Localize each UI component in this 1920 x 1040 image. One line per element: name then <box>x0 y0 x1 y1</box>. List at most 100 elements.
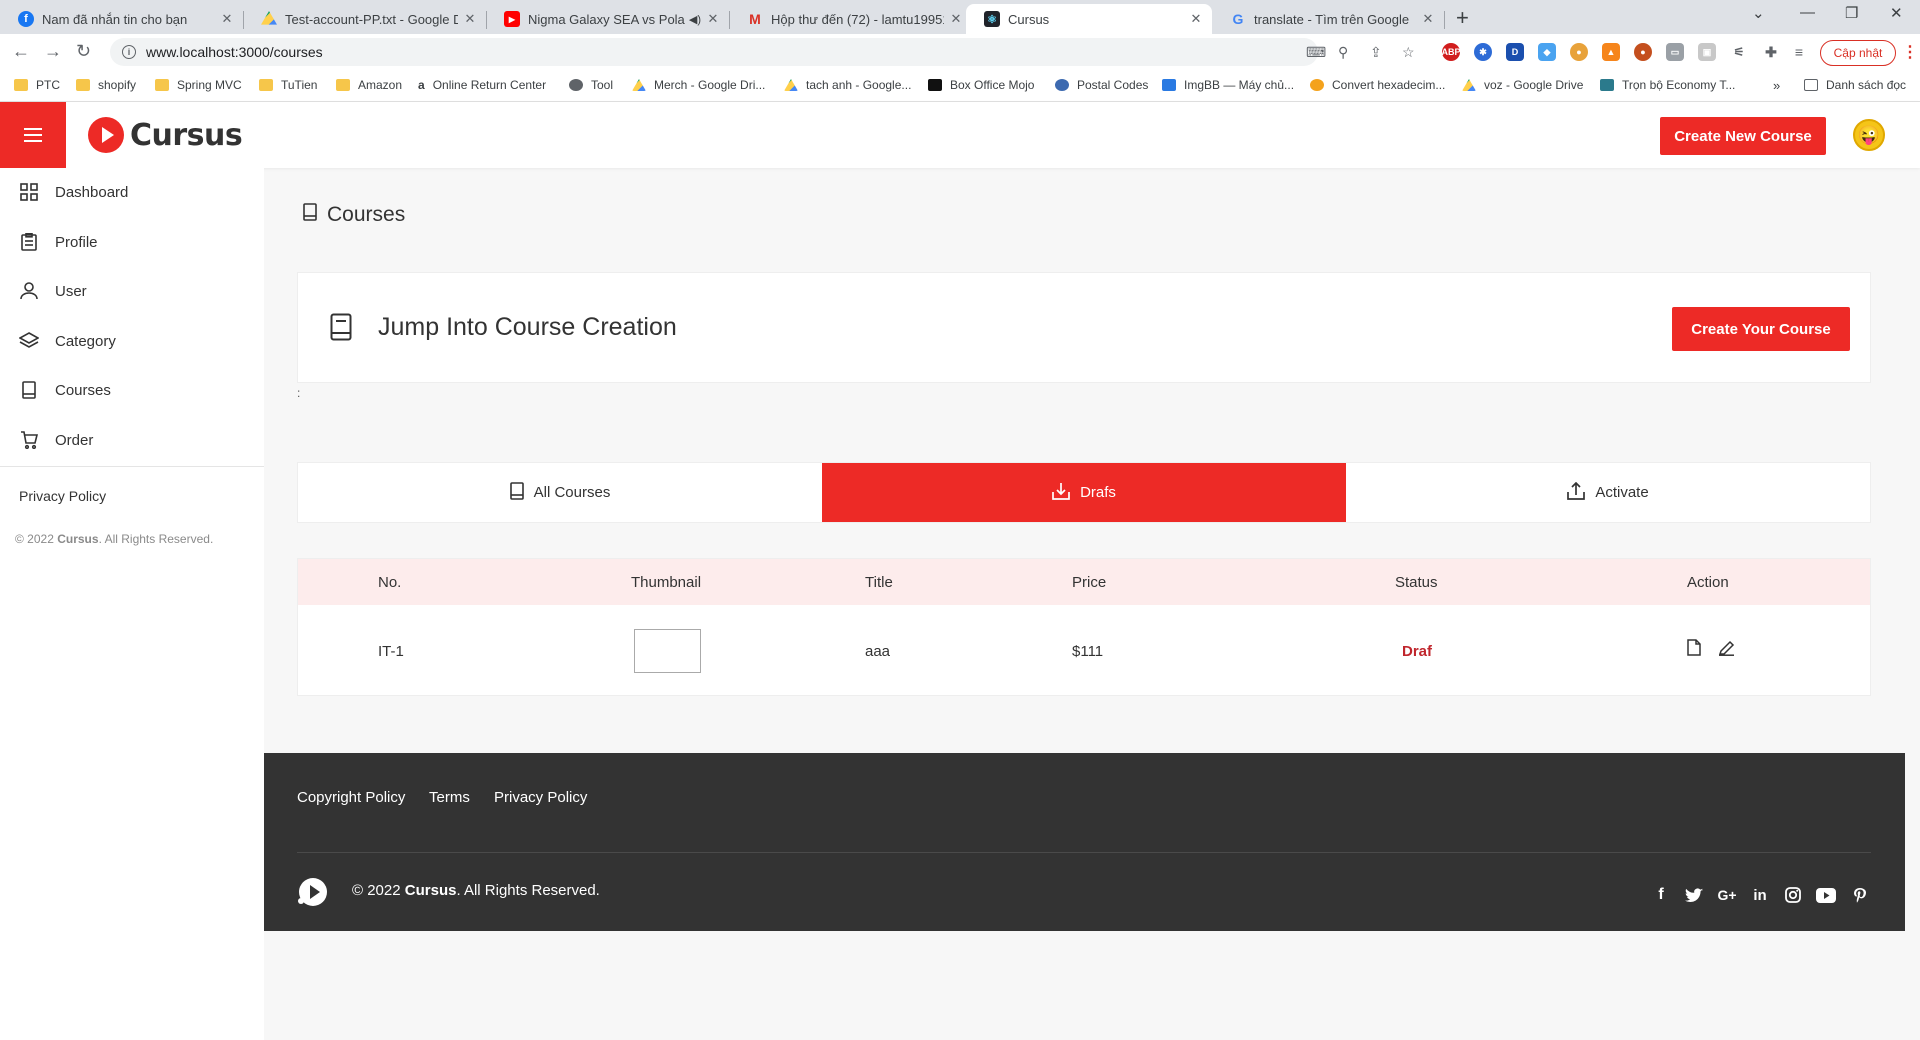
sidebar-item-courses[interactable]: Courses <box>0 366 264 414</box>
browser-tab-title: Nam đã nhắn tin cho bạn <box>42 11 188 27</box>
browser-tab[interactable]: f Nam đã nhắn tin cho bạn ✕ <box>0 4 243 34</box>
close-icon[interactable]: ✕ <box>462 11 478 27</box>
back-icon[interactable]: ← <box>12 41 30 62</box>
reload-icon[interactable]: ↻ <box>76 41 91 62</box>
edit-icon[interactable] <box>1718 639 1735 661</box>
close-window-icon[interactable]: ✕ <box>1890 4 1903 22</box>
close-icon[interactable]: ✕ <box>1420 11 1436 27</box>
bookmark-item[interactable]: tach anh - Google... <box>784 78 911 92</box>
share-icon[interactable]: ⇪ <box>1370 44 1382 61</box>
puzzle-icon[interactable]: ✚ <box>1762 43 1780 61</box>
bookmark-item[interactable]: Postal Codes <box>1055 78 1148 92</box>
extension-cookie-icon[interactable]: ● <box>1570 43 1588 61</box>
bookmark-item[interactable]: ImgBB — Máy chủ... <box>1162 78 1294 92</box>
bookmark-item[interactable]: Trọn bộ Economy T... <box>1600 78 1735 92</box>
address-bar[interactable]: i www.localhost:3000/courses <box>110 38 1318 66</box>
sidebar-privacy-link[interactable]: Privacy Policy <box>19 488 106 504</box>
sidebar-item-user[interactable]: User <box>0 267 264 315</box>
tab-drafs[interactable]: Drafs <box>822 463 1346 522</box>
browser-tab[interactable]: ▶ Nigma Galaxy SEA vs Polaris ◀) ✕ <box>486 4 729 34</box>
browser-tab[interactable]: M Hộp thư đến (72) - lamtu199513 ✕ <box>729 4 972 34</box>
bookmark-star-icon[interactable]: ☆ <box>1402 44 1415 61</box>
extension-d-icon[interactable]: D <box>1506 43 1524 61</box>
google-plus-icon[interactable]: G+ <box>1714 885 1740 905</box>
new-tab-icon[interactable]: + <box>1456 5 1469 31</box>
browser-tab[interactable]: Test-account-PP.txt - Google Drive ✕ <box>243 4 486 34</box>
cursus-logo-icon[interactable] <box>297 876 329 908</box>
update-label: Cập nhật <box>1833 46 1883 60</box>
reading-list-icon[interactable]: ≡ <box>1790 43 1808 61</box>
create-your-course-label: Create Your Course <box>1691 320 1831 338</box>
avatar[interactable]: 😜 <box>1853 119 1885 151</box>
pinterest-icon[interactable] <box>1849 885 1871 905</box>
bookmark-item[interactable]: a Online Return Center <box>418 78 546 92</box>
google-drive-icon <box>1462 79 1476 91</box>
bookmark-item[interactable]: TuTien <box>259 78 317 92</box>
forward-icon[interactable]: → <box>44 41 62 62</box>
close-icon[interactable]: ✕ <box>948 11 964 27</box>
clipboard-icon <box>19 232 39 252</box>
instagram-icon[interactable] <box>1782 885 1804 905</box>
reading-list-button[interactable]: Danh sách đọc <box>1804 78 1906 92</box>
bookmarks-more-button[interactable]: » <box>1773 78 1780 93</box>
close-icon[interactable]: ✕ <box>705 11 721 27</box>
tab-activate[interactable]: Activate <box>1346 463 1870 522</box>
browser-tab[interactable]: G translate - Tìm trên Google ✕ <box>1212 4 1444 34</box>
extension-icon[interactable]: ✱ <box>1474 43 1492 61</box>
minimize-icon[interactable]: — <box>1800 4 1815 21</box>
youtube-icon[interactable] <box>1815 885 1837 905</box>
footer-link-privacy-policy[interactable]: Privacy Policy <box>494 789 587 806</box>
bookmark-item[interactable]: voz - Google Drive <box>1462 78 1583 92</box>
close-icon[interactable]: ✕ <box>1188 11 1204 27</box>
bookmark-item[interactable]: Amazon <box>336 78 402 92</box>
tab-all-courses[interactable]: All Courses <box>298 463 822 522</box>
extension-icon[interactable]: ▣ <box>1698 43 1716 61</box>
translate-icon[interactable]: ⌨ <box>1306 44 1326 61</box>
create-new-course-button[interactable]: Create New Course <box>1660 117 1826 155</box>
view-document-icon[interactable] <box>1687 639 1701 661</box>
metamask-icon[interactable]: ▲ <box>1602 43 1620 61</box>
bookmark-item[interactable]: shopify <box>76 78 136 92</box>
sidebar-item-dashboard[interactable]: Dashboard <box>0 168 264 216</box>
converter-icon <box>1310 79 1324 91</box>
bookmark-item[interactable]: Merch - Google Dri... <box>632 78 765 92</box>
course-tabs: All Courses Drafs Activate <box>297 462 1871 523</box>
footer-link-copyright-policy[interactable]: Copyright Policy <box>297 789 405 806</box>
footer-divider <box>297 852 1871 853</box>
bookmark-item[interactable]: Spring MVC <box>155 78 242 92</box>
adblock-icon[interactable]: ABP <box>1442 43 1461 61</box>
footer-link-terms[interactable]: Terms <box>429 789 470 806</box>
browser-tabbar: f Nam đã nhắn tin cho bạn ✕ Test-account… <box>0 0 1920 34</box>
twitter-icon[interactable] <box>1683 885 1705 905</box>
bookmark-item[interactable]: PTC <box>14 78 60 92</box>
menu-kebab-icon[interactable]: ⋮ <box>1902 42 1918 62</box>
footer: Copyright Policy Terms Privacy Policy © … <box>264 753 1905 931</box>
bookmarks-bar: PTC shopify Spring MVC TuTien Amazon a On… <box>0 70 1920 102</box>
hamburger-menu-icon[interactable] <box>0 102 66 168</box>
site-info-icon[interactable]: i <box>122 45 136 59</box>
bookmark-item[interactable]: Tool <box>569 78 613 92</box>
eyedropper-icon[interactable]: ⚟ <box>1730 43 1748 61</box>
sidebar-item-profile[interactable]: Profile <box>0 218 264 266</box>
browser-tab-active[interactable]: ⚛ Cursus ✕ <box>966 4 1212 34</box>
close-icon[interactable]: ✕ <box>219 11 235 27</box>
extension-icon[interactable]: ● <box>1634 43 1652 61</box>
logo[interactable]: Cursus <box>88 117 243 153</box>
google-drive-icon <box>784 79 798 91</box>
dashboard-icon <box>19 182 39 202</box>
bookmark-item[interactable]: Box Office Mojo <box>928 78 1034 92</box>
extension-tag-icon[interactable]: ◆ <box>1538 43 1556 61</box>
restore-icon[interactable]: ❐ <box>1845 4 1858 22</box>
linkedin-icon[interactable]: in <box>1749 885 1771 905</box>
reading-list-icon <box>1804 79 1818 91</box>
zoom-icon[interactable]: ⚲ <box>1338 44 1348 61</box>
extension-icon[interactable]: ▭ <box>1666 43 1684 61</box>
create-your-course-button[interactable]: Create Your Course <box>1672 307 1850 351</box>
sidebar-item-order[interactable]: Order <box>0 416 264 464</box>
sidebar-item-category[interactable]: Category <box>0 317 264 365</box>
update-button[interactable]: Cập nhật <box>1820 40 1896 66</box>
tab-search-icon[interactable]: ⌄ <box>1752 4 1765 22</box>
bookmark-item[interactable]: Convert hexadecim... <box>1310 78 1445 92</box>
speaker-icon[interactable]: ◀) <box>689 13 701 26</box>
facebook-icon[interactable]: f <box>1650 885 1672 905</box>
